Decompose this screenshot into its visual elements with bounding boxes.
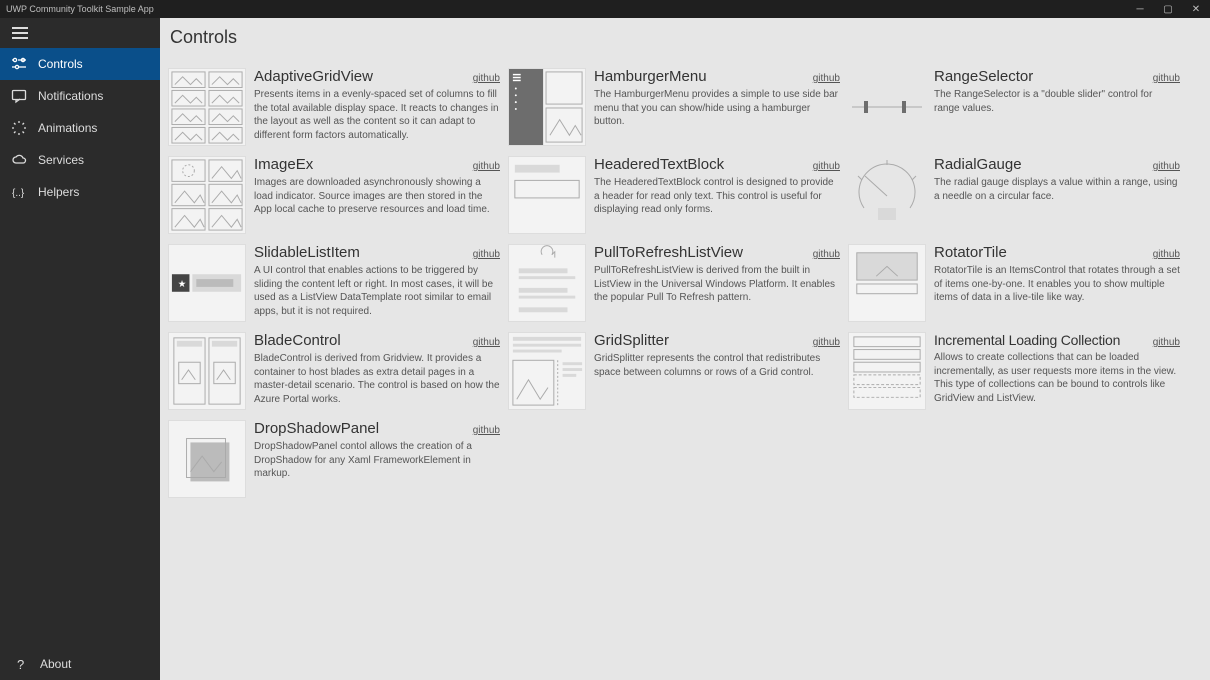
tile-thumbnail: ★ <box>168 244 246 322</box>
help-icon: ? <box>12 655 30 673</box>
notifications-icon <box>10 87 28 105</box>
tile-imageex[interactable]: ImageEx github Images are downloaded asy… <box>168 154 500 236</box>
tile-description: Images are downloaded asynchronously sho… <box>254 176 500 217</box>
tile-description: GridSplitter represents the control that… <box>594 352 840 379</box>
tile-thumbnail <box>168 332 246 410</box>
tile-title: RotatorTile <box>934 244 1007 261</box>
tile-bladecontrol[interactable]: BladeControl github BladeControl is deri… <box>168 330 500 412</box>
tile-description: Presents items in a evenly-spaced set of… <box>254 88 500 142</box>
tile-rangeselector[interactable]: RangeSelector github The RangeSelector i… <box>848 66 1180 148</box>
github-link[interactable]: github <box>1153 161 1180 172</box>
sidebar-item-services[interactable]: Services <box>0 144 160 176</box>
cloud-icon <box>10 151 28 169</box>
tile-description: The HeaderedTextBlock control is designe… <box>594 176 840 217</box>
svg-text:?: ? <box>17 657 24 672</box>
window-title: UWP Community Toolkit Sample App <box>6 4 1126 14</box>
tile-thumbnail <box>848 244 926 322</box>
github-link[interactable]: github <box>1153 337 1180 348</box>
tile-title: PullToRefreshListView <box>594 244 743 261</box>
github-link[interactable]: github <box>813 337 840 348</box>
tile-description: The radial gauge displays a value within… <box>934 176 1180 203</box>
animations-icon <box>10 119 28 137</box>
github-link[interactable]: github <box>473 73 500 84</box>
tile-thumbnail <box>508 332 586 410</box>
sidebar-item-animations[interactable]: Animations <box>0 112 160 144</box>
tile-title: Incremental Loading Collection <box>934 332 1120 348</box>
maximize-button[interactable]: ▢ <box>1154 0 1182 18</box>
tile-thumbnail <box>848 332 926 410</box>
tile-thumbnail <box>168 156 246 234</box>
hamburger-button[interactable] <box>12 22 34 44</box>
tile-adaptivegridview[interactable]: AdaptiveGridView github Presents items i… <box>168 66 500 148</box>
tile-description: The HamburgerMenu provides a simple to u… <box>594 88 840 129</box>
tile-pulltorefreshlistview[interactable]: PullToRefreshListView github PullToRefre… <box>508 242 840 324</box>
github-link[interactable]: github <box>1153 249 1180 260</box>
tile-thumbnail <box>508 244 586 322</box>
sidebar-item-label: Services <box>38 153 84 167</box>
tile-description: The RangeSelector is a "double slider" c… <box>934 88 1180 115</box>
tile-dropshadowpanel[interactable]: DropShadowPanel github DropShadowPanel c… <box>168 418 500 500</box>
svg-text:★: ★ <box>178 279 187 290</box>
tile-title: GridSplitter <box>594 332 669 349</box>
sidebar-item-label: Controls <box>38 57 83 71</box>
tile-hamburgermenu[interactable]: HamburgerMenu github The HamburgerMenu p… <box>508 66 840 148</box>
tile-thumbnail <box>848 156 926 234</box>
github-link[interactable]: github <box>1153 73 1180 84</box>
tile-title: RadialGauge <box>934 156 1022 173</box>
github-link[interactable]: github <box>813 73 840 84</box>
tile-title: RangeSelector <box>934 68 1033 85</box>
sidebar-item-label: About <box>40 657 71 671</box>
tile-description: Allows to create collections that can be… <box>934 351 1180 405</box>
tile-description: DropShadowPanel contol allows the creati… <box>254 440 500 481</box>
tile-thumbnail <box>508 68 586 146</box>
page-title: Controls <box>160 18 1210 56</box>
tile-title: HeaderedTextBlock <box>594 156 724 173</box>
tile-description: A UI control that enables actions to be … <box>254 264 500 318</box>
tile-title: HamburgerMenu <box>594 68 707 85</box>
tile-title: BladeControl <box>254 332 341 349</box>
tile-title: AdaptiveGridView <box>254 68 373 85</box>
tile-thumbnail <box>168 420 246 498</box>
tile-gridsplitter[interactable]: GridSplitter github GridSplitter represe… <box>508 330 840 412</box>
svg-text:{..}: {..} <box>12 188 25 199</box>
sidebar-item-label: Notifications <box>38 89 103 103</box>
sidebar-item-label: Helpers <box>38 185 79 199</box>
minimize-button[interactable]: ─ <box>1126 0 1154 18</box>
tile-description: PullToRefreshListView is derived from th… <box>594 264 840 305</box>
tile-title: SlidableListItem <box>254 244 360 261</box>
tile-headeredtextblock[interactable]: HeaderedTextBlock github The HeaderedTex… <box>508 154 840 236</box>
tile-description: BladeControl is derived from Gridview. I… <box>254 352 500 406</box>
sidebar-item-about[interactable]: ? About <box>0 648 160 680</box>
github-link[interactable]: github <box>813 249 840 260</box>
tile-title: ImageEx <box>254 156 313 173</box>
helpers-icon: {..} <box>10 183 28 201</box>
tile-thumbnail <box>168 68 246 146</box>
tile-thumbnail <box>848 68 926 146</box>
github-link[interactable]: github <box>473 249 500 260</box>
controls-icon <box>10 55 28 73</box>
github-link[interactable]: github <box>473 161 500 172</box>
close-button[interactable]: ✕ <box>1182 0 1210 18</box>
sidebar-item-controls[interactable]: Controls <box>0 48 160 80</box>
tile-thumbnail <box>508 156 586 234</box>
tile-radialgauge[interactable]: RadialGauge github The radial gauge disp… <box>848 154 1180 236</box>
sidebar-item-helpers[interactable]: {..} Helpers <box>0 176 160 208</box>
tile-rotatortile[interactable]: RotatorTile github RotatorTile is an Ite… <box>848 242 1180 324</box>
sidebar: Controls Notifications Animations Servic… <box>0 18 160 680</box>
tile-incrementalloading[interactable]: Incremental Loading Collection github Al… <box>848 330 1180 412</box>
tile-title: DropShadowPanel <box>254 420 379 437</box>
github-link[interactable]: github <box>473 425 500 436</box>
tile-slidablelistitem[interactable]: ★ SlidableListItem github A UI control t… <box>168 242 500 324</box>
github-link[interactable]: github <box>813 161 840 172</box>
sidebar-item-label: Animations <box>38 121 97 135</box>
tile-description: RotatorTile is an ItemsControl that rota… <box>934 264 1180 305</box>
sidebar-item-notifications[interactable]: Notifications <box>0 80 160 112</box>
github-link[interactable]: github <box>473 337 500 348</box>
